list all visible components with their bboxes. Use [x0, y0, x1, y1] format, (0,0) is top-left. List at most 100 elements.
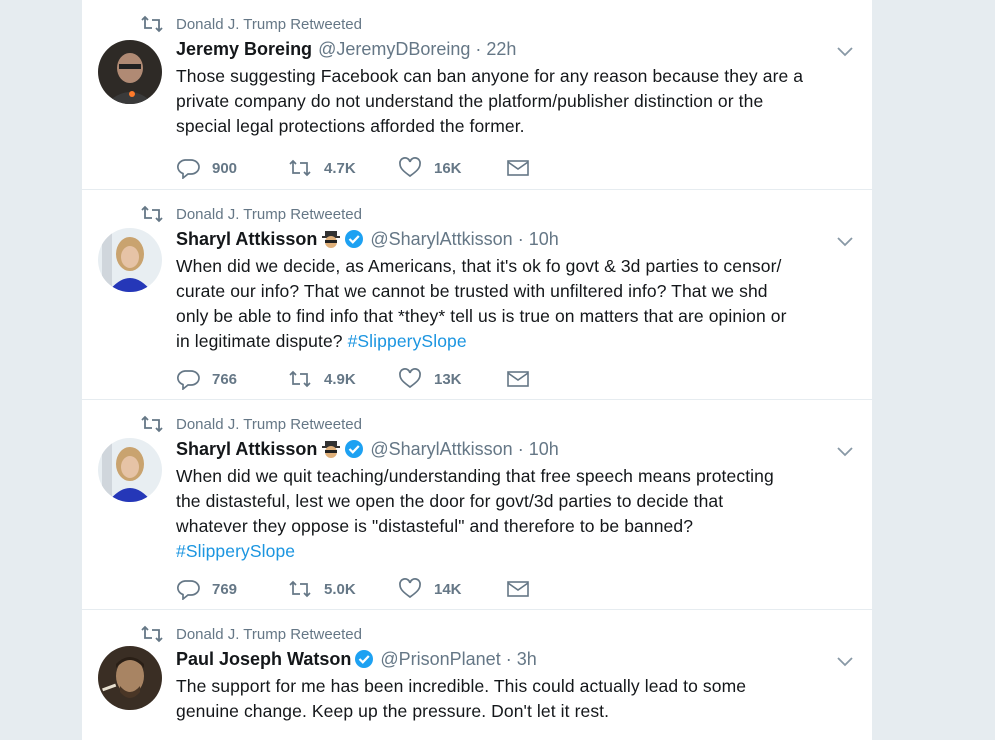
caret-down-icon[interactable] — [836, 446, 854, 458]
avatar[interactable] — [98, 40, 162, 104]
retweet-context-text: Donald J. Trump Retweeted — [176, 15, 362, 33]
like-button[interactable]: 13K — [398, 368, 506, 390]
caret-down-icon[interactable] — [836, 236, 854, 248]
like-button[interactable]: 14K — [398, 578, 506, 600]
retweet-count: 5.0K — [324, 580, 356, 598]
message-button[interactable] — [506, 157, 530, 179]
reply-button[interactable]: 769 — [176, 578, 288, 600]
envelope-icon — [507, 581, 529, 597]
reply-count: 766 — [212, 370, 238, 388]
retweet-icon — [141, 205, 163, 223]
retweet-icon — [141, 15, 163, 33]
timestamp[interactable]: 10h — [529, 229, 559, 250]
tweet-actions: 766 4.9K 13K — [176, 367, 530, 391]
tweet[interactable]: Donald J. Trump Retweeted Paul Joseph Wa… — [82, 609, 872, 740]
reply-count: 900 — [212, 159, 238, 177]
tweet-text-line: The support for me has been incredible. … — [176, 676, 747, 696]
verified-icon — [345, 440, 364, 458]
tweet-text-line: special legal protections afforded the f… — [176, 116, 525, 136]
author-name[interactable]: Paul Joseph Watson — [176, 649, 351, 670]
retweet-icon — [141, 415, 163, 433]
tweet-text-line: private company do not understand the pl… — [176, 91, 764, 111]
author-handle[interactable]: @PrisonPlanet — [380, 649, 500, 670]
spy-emoji-icon — [322, 441, 341, 458]
like-button[interactable]: 16K — [398, 157, 506, 179]
author-handle[interactable]: @SharylAttkisson — [370, 229, 512, 250]
retweet-context-text: Donald J. Trump Retweeted — [176, 625, 362, 643]
retweet-button[interactable]: 5.0K — [288, 578, 398, 600]
retweet-icon — [141, 625, 163, 643]
separator-dot: · — [475, 38, 482, 59]
like-count: 13K — [434, 370, 462, 388]
tweet[interactable]: Donald J. Trump Retweeted Jeremy Boreing… — [82, 0, 872, 189]
message-button[interactable] — [506, 368, 530, 390]
tweet-text-line: curate our info? That we cannot be trust… — [176, 281, 768, 301]
avatar[interactable] — [98, 438, 162, 502]
tweet-header: Sharyl Attkisson @SharylAttkisson · 10h — [176, 438, 559, 460]
retweet-button[interactable]: 4.7K — [288, 157, 398, 179]
retweet-icon — [289, 580, 311, 598]
tweet-actions: 900 4.7K 16K — [176, 156, 530, 180]
like-count: 16K — [434, 159, 462, 177]
retweet-context: Donald J. Trump Retweeted — [140, 14, 362, 34]
tweet-header: Jeremy Boreing @JeremyDBoreing · 22h — [176, 38, 516, 60]
author-handle[interactable]: @JeremyDBoreing — [318, 39, 470, 60]
author-handle[interactable]: @SharylAttkisson — [370, 439, 512, 460]
tweet-text-line: whatever they oppose is "distasteful" an… — [176, 516, 694, 536]
tweet-header: Sharyl Attkisson @SharylAttkisson · 10h — [176, 228, 559, 250]
caret-down-icon[interactable] — [836, 656, 854, 668]
author-name[interactable]: Sharyl Attkisson — [176, 439, 317, 460]
tweet-text: When did we decide, as Americans, that i… — [176, 254, 864, 354]
heart-icon — [399, 157, 421, 178]
separator-dot: · — [517, 438, 524, 459]
tweet-text-line: in legitimate dispute? #SlipperySlope — [176, 329, 864, 354]
verified-icon — [345, 230, 364, 248]
timestamp[interactable]: 22h — [486, 39, 516, 60]
verified-icon — [355, 650, 374, 668]
reply-button[interactable]: 900 — [176, 157, 288, 179]
tweet-text-line: genuine change. Keep up the pressure. Do… — [176, 701, 610, 721]
retweet-icon — [289, 159, 311, 177]
envelope-icon — [507, 160, 529, 176]
retweet-context-text: Donald J. Trump Retweeted — [176, 415, 362, 433]
reply-count: 769 — [212, 580, 238, 598]
tweet-text-line: When did we decide, as Americans, that i… — [176, 256, 782, 276]
timeline: Donald J. Trump Retweeted Jeremy Boreing… — [82, 0, 872, 740]
author-name[interactable]: Jeremy Boreing — [176, 39, 312, 60]
author-name[interactable]: Sharyl Attkisson — [176, 229, 317, 250]
retweet-count: 4.7K — [324, 159, 356, 177]
tweet[interactable]: Donald J. Trump Retweeted Sharyl Attkiss… — [82, 189, 872, 400]
avatar[interactable] — [98, 228, 162, 292]
retweet-count: 4.9K — [324, 370, 356, 388]
retweet-icon — [289, 370, 311, 388]
reply-icon — [177, 580, 200, 600]
reply-button[interactable]: 766 — [176, 368, 288, 390]
caret-down-icon[interactable] — [836, 46, 854, 58]
retweet-button[interactable]: 4.9K — [288, 368, 398, 390]
retweet-context: Donald J. Trump Retweeted — [140, 624, 362, 644]
tweet-text-line: only be able to find info that *they* te… — [176, 306, 787, 326]
retweet-context: Donald J. Trump Retweeted — [140, 204, 362, 224]
tweet-text-line: When did we quit teaching/understanding … — [176, 466, 774, 486]
heart-icon — [399, 368, 421, 389]
retweet-context: Donald J. Trump Retweeted — [140, 414, 362, 434]
tweet-text: When did we quit teaching/understanding … — [176, 464, 864, 564]
retweet-context-text: Donald J. Trump Retweeted — [176, 205, 362, 223]
message-button[interactable] — [506, 578, 530, 600]
spy-emoji-icon — [322, 231, 341, 248]
separator-dot: · — [517, 228, 524, 249]
tweet-text: The support for me has been incredible. … — [176, 674, 864, 724]
hashtag-link[interactable]: #SlipperySlope — [176, 541, 295, 561]
tweet-text-line: Those suggesting Facebook can ban anyone… — [176, 66, 804, 86]
hashtag-link[interactable]: #SlipperySlope — [348, 331, 467, 351]
tweet-text-fragment: in legitimate dispute? — [176, 331, 343, 351]
tweet-text-line: the distasteful, lest we open the door f… — [176, 491, 724, 511]
timestamp[interactable]: 3h — [517, 649, 537, 670]
tweet-actions: 769 5.0K 14K — [176, 577, 530, 601]
separator-dot: · — [505, 648, 512, 669]
timestamp[interactable]: 10h — [529, 439, 559, 460]
heart-icon — [399, 578, 421, 599]
avatar[interactable] — [98, 646, 162, 710]
tweet-text-line: #SlipperySlope — [176, 539, 864, 564]
tweet[interactable]: Donald J. Trump Retweeted Sharyl Attkiss… — [82, 399, 872, 610]
